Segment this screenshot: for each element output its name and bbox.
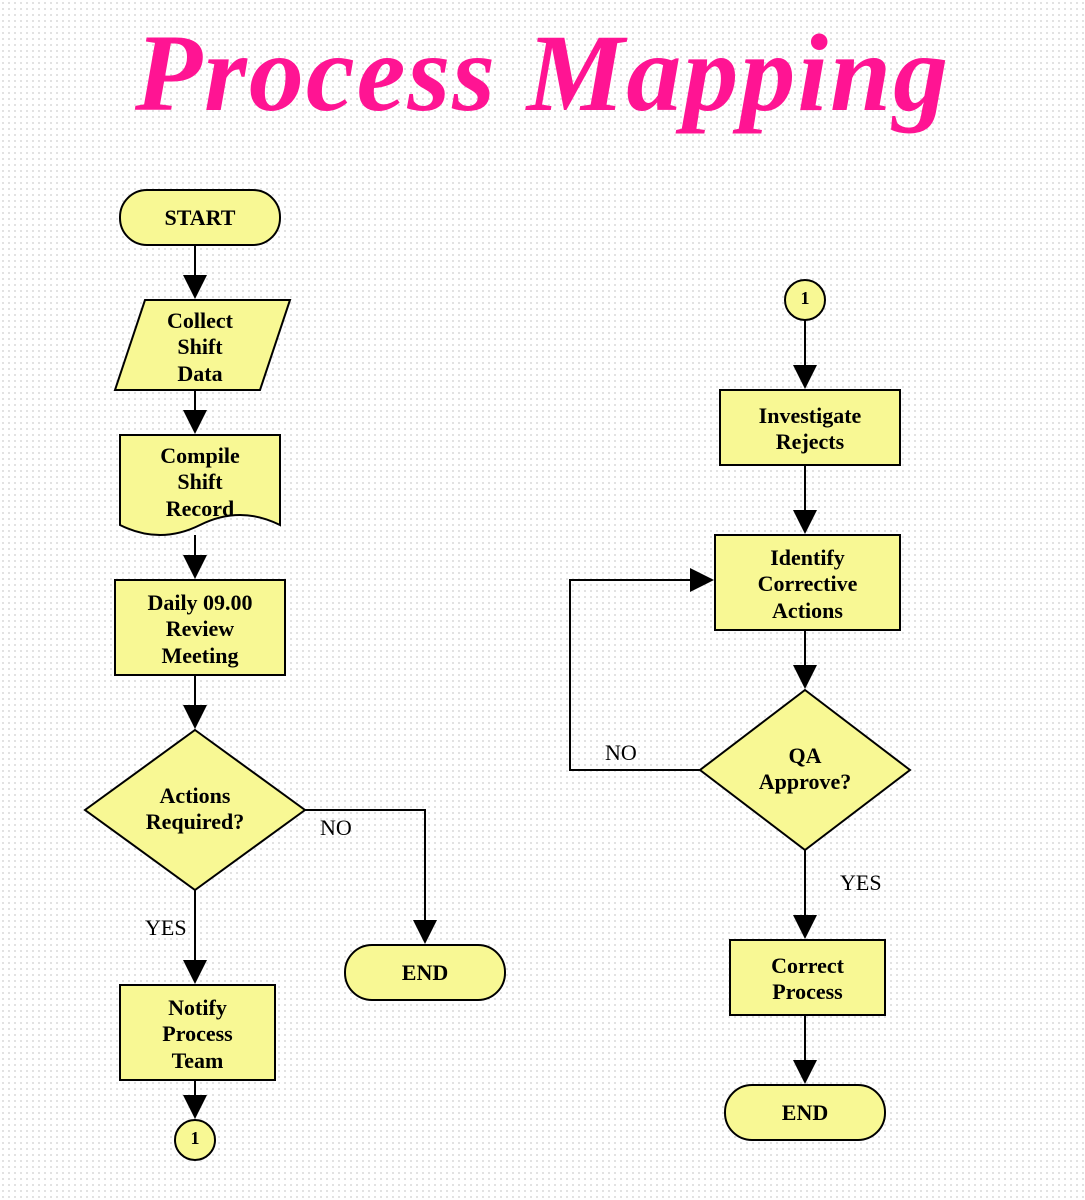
node-end-left <box>345 945 505 1000</box>
node-qa-decision <box>700 690 910 850</box>
edge-qa-no <box>570 580 710 770</box>
node-collect <box>115 300 290 390</box>
node-investigate <box>720 390 900 465</box>
node-connector-1a <box>175 1120 215 1160</box>
node-correct <box>730 940 885 1015</box>
node-connector-1b <box>785 280 825 320</box>
node-review <box>115 580 285 675</box>
node-actions-decision <box>85 730 305 890</box>
edge-actions-no <box>305 810 425 940</box>
node-start <box>120 190 280 245</box>
node-end-right <box>725 1085 885 1140</box>
flowchart-svg <box>0 0 1085 1200</box>
node-compile <box>120 435 280 535</box>
node-identify <box>715 535 900 630</box>
node-notify <box>120 985 275 1080</box>
